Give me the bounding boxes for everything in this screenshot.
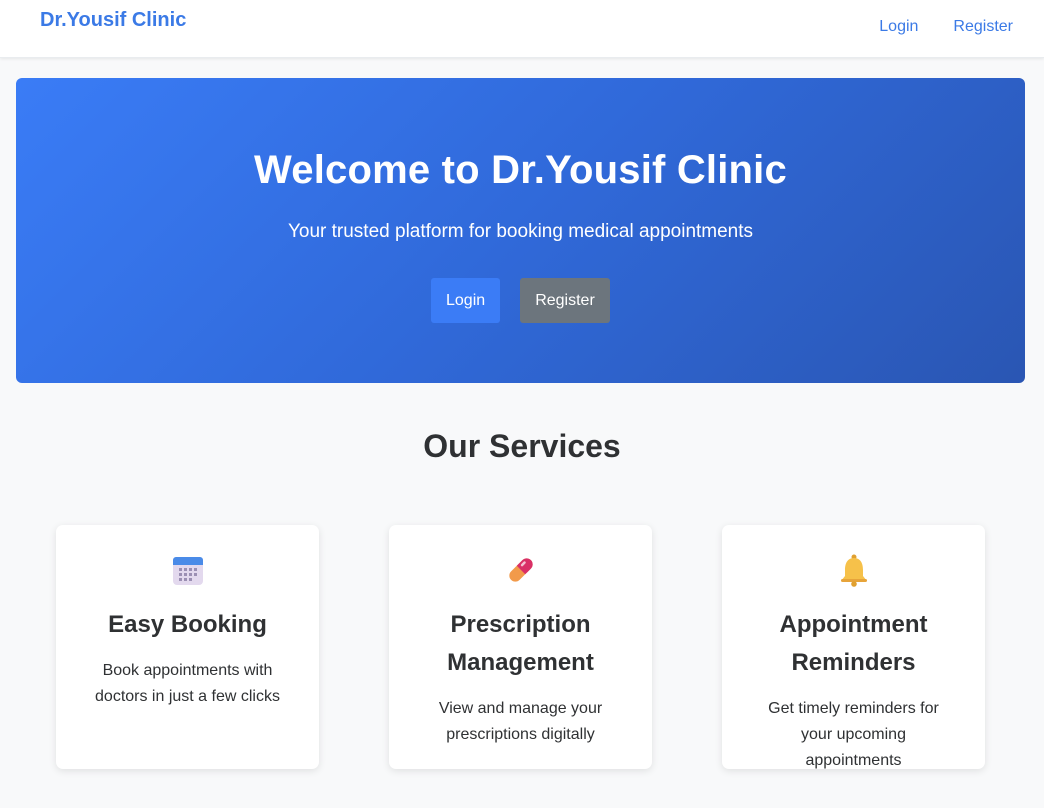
hero-register-button[interactable]: Register	[520, 278, 610, 323]
services-heading: Our Services	[423, 428, 621, 464]
hero-title: Welcome to Dr.Yousif Clinic	[254, 148, 787, 192]
nav-login-link[interactable]: Login	[879, 18, 918, 36]
nav-register-link[interactable]: Register	[953, 18, 1013, 36]
top-navbar: Dr.Yousif Clinic Login Register	[0, 0, 1044, 58]
service-card-description: View and manage your prescriptions digit…	[438, 700, 603, 743]
service-card-title: Appointment Reminders	[779, 611, 928, 676]
bell-icon	[722, 553, 985, 587]
calendar-icon	[56, 553, 319, 587]
hero-buttons: Login Register	[16, 278, 1025, 323]
hero-login-button[interactable]: Login	[431, 278, 500, 323]
service-card-description: Book appointments with doctors in just a…	[95, 662, 280, 705]
nav-links: Login Register	[879, 18, 1013, 36]
brand-logo-link[interactable]: Dr.Yousif Clinic	[40, 9, 186, 32]
service-card-appointment-reminders: Appointment Reminders Get timely reminde…	[722, 525, 985, 769]
pill-icon	[389, 553, 652, 587]
service-card-easy-booking: Easy Booking Book appointments with doct…	[56, 525, 319, 769]
service-card-title: Easy Booking	[108, 611, 267, 638]
hero-banner: Welcome to Dr.Yousif Clinic Your trusted…	[16, 78, 1025, 383]
service-card-description: Get timely reminders for your upcoming a…	[768, 700, 939, 769]
service-card-prescription-management: Prescription Management View and manage …	[389, 525, 652, 769]
service-card-title: Prescription Management	[447, 611, 594, 676]
hero-subtitle: Your trusted platform for booking medica…	[287, 221, 754, 242]
